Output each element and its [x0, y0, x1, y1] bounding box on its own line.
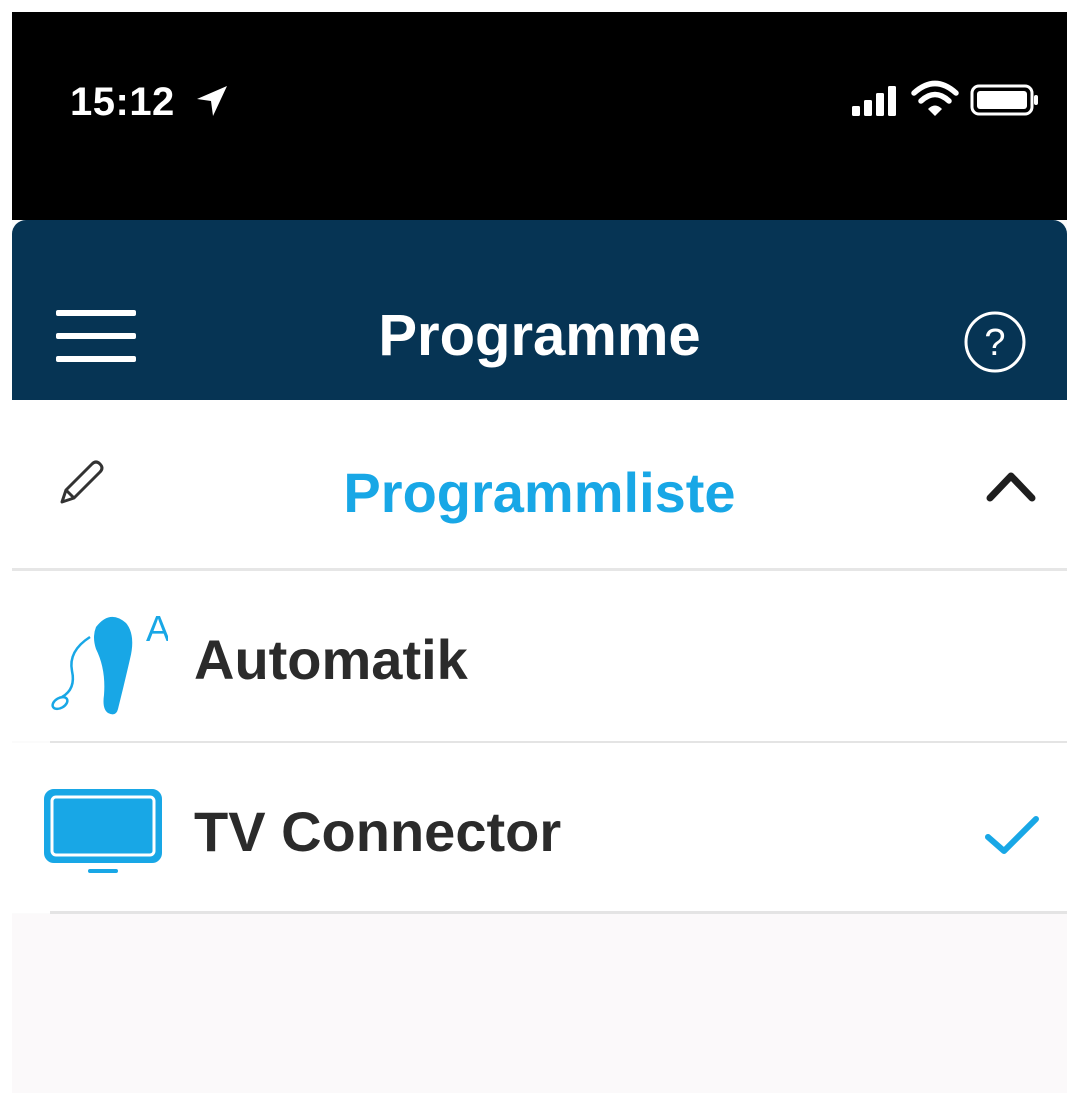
tv-icon — [44, 789, 162, 873]
svg-text:A: A — [146, 608, 168, 649]
nav-bar: Programme ? — [12, 220, 1067, 400]
program-list-header: Programmliste — [12, 400, 1067, 570]
empty-list-area — [12, 914, 1067, 1093]
program-item-tv-connector[interactable]: TV Connector — [12, 743, 1067, 913]
battery-icon — [970, 84, 1038, 116]
wifi-icon — [911, 80, 959, 116]
chevron-up-icon[interactable] — [982, 466, 1040, 506]
status-bar: 15:12 — [12, 12, 1067, 220]
status-time: 15:12 — [70, 80, 175, 124]
page-title: Programme — [378, 303, 701, 368]
program-item-label: Automatik — [194, 628, 468, 691]
program-item-label: TV Connector — [194, 800, 562, 863]
program-list-title: Programmliste — [343, 461, 736, 524]
program-item-automatik[interactable]: A Automatik — [12, 571, 1067, 741]
checkmark-icon — [985, 816, 1039, 854]
location-arrow-icon — [197, 86, 227, 116]
help-circle-icon[interactable]: ? — [963, 310, 1027, 374]
hearing-aid-automatic-icon: A — [51, 608, 168, 715]
phone-screen: 15:12 Programme ? Programmliste A Automa… — [12, 12, 1067, 1093]
cellular-signal-icon — [852, 86, 896, 116]
svg-text:?: ? — [984, 322, 1005, 364]
